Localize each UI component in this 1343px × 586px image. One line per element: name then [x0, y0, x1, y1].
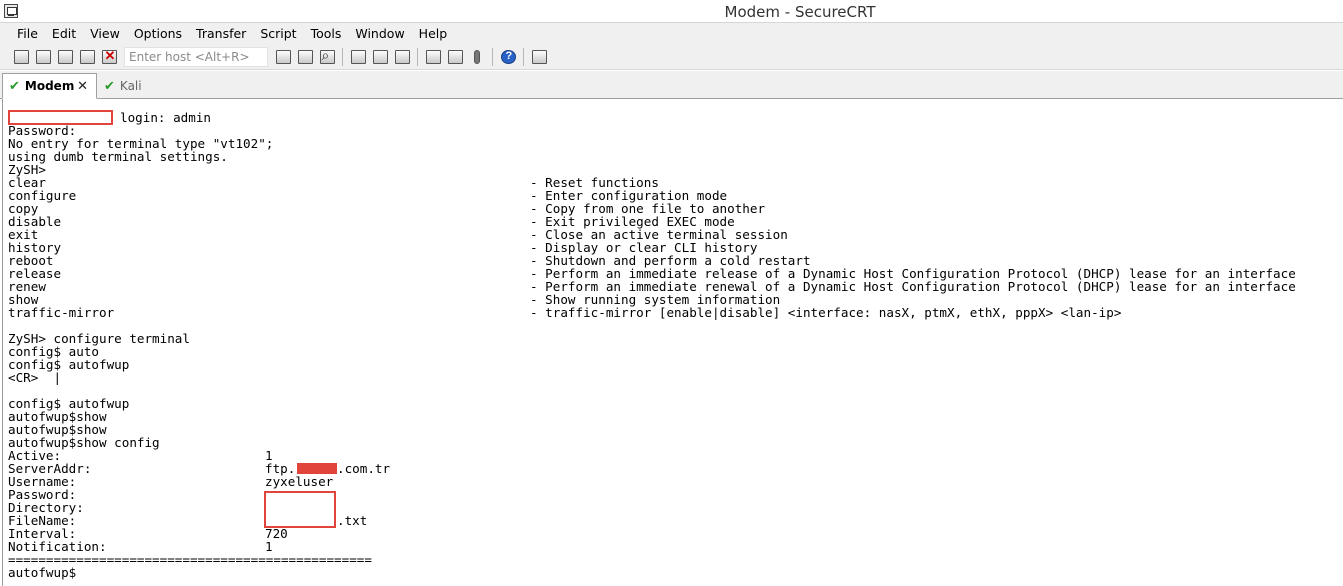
- menu-bar: File Edit View Options Transfer Script T…: [0, 23, 1343, 44]
- quick-connect-button[interactable]: [32, 47, 54, 67]
- paste-icon: [297, 49, 313, 64]
- redacted-server-domain: [297, 463, 337, 474]
- host-input[interactable]: [124, 46, 268, 67]
- connect-button[interactable]: [10, 47, 32, 67]
- redacted-credentials: [264, 491, 336, 528]
- connected-check-icon: ✔: [9, 78, 20, 94]
- sftp-icon: [531, 49, 547, 64]
- session-options-button[interactable]: [422, 47, 444, 67]
- disconnect-icon: [101, 48, 117, 64]
- print-screen-icon: [350, 49, 366, 64]
- global-options-button[interactable]: [444, 47, 466, 67]
- menu-help[interactable]: Help: [412, 26, 455, 41]
- print-selection-button[interactable]: [369, 47, 391, 67]
- printer-icon: [394, 49, 410, 64]
- connected-check-icon: ✔: [104, 78, 115, 94]
- help-icon: [500, 49, 516, 64]
- command-desc: - traffic-mirror [enable|disable] <inter…: [530, 305, 1122, 320]
- toolbar-separator: [342, 47, 343, 66]
- menu-window[interactable]: Window: [348, 26, 411, 41]
- print-button[interactable]: [391, 47, 413, 67]
- tab-modem[interactable]: ✔ Modem ✕: [2, 73, 97, 99]
- connect-tab-icon: [57, 49, 73, 64]
- menu-tools[interactable]: Tools: [304, 26, 349, 41]
- window-title: Modem - SecureCRT: [724, 3, 876, 21]
- terminal-line: <CR> |: [8, 370, 62, 385]
- command-name: traffic-mirror: [8, 305, 115, 320]
- print-screen-button[interactable]: [347, 47, 369, 67]
- login-line: login: admin: [120, 110, 211, 125]
- menu-options[interactable]: Options: [127, 26, 189, 41]
- tab-label: Kali: [119, 79, 142, 93]
- disconnect-button[interactable]: [98, 47, 120, 67]
- binoculars-icon: [319, 47, 335, 64]
- config-value-suffix: .com.tr: [337, 461, 391, 476]
- print-selection-icon: [372, 49, 388, 64]
- paste-button[interactable]: [294, 47, 316, 67]
- quick-connect-icon: [35, 49, 51, 64]
- session-tab-bar: ✔ Modem ✕ ✔ Kali: [0, 71, 1343, 99]
- title-bar: Modem - SecureCRT: [0, 0, 1343, 23]
- connect-icon: [13, 49, 29, 64]
- toolbar-separator: [523, 47, 524, 66]
- copy-icon: [275, 49, 291, 64]
- copy-button[interactable]: [272, 47, 294, 67]
- toolbar-separator: [417, 47, 418, 66]
- session-options-icon: [425, 49, 441, 64]
- reconnect-icon: [79, 49, 95, 64]
- help-button[interactable]: [497, 47, 519, 67]
- tools-icon: [447, 49, 463, 64]
- reconnect-button[interactable]: [76, 47, 98, 67]
- menu-file[interactable]: File: [10, 26, 45, 41]
- close-icon[interactable]: ✕: [77, 79, 88, 94]
- key-icon: [474, 49, 480, 64]
- menu-edit[interactable]: Edit: [45, 26, 83, 41]
- config-value: zyxeluser: [265, 474, 334, 489]
- toolbar-separator: [492, 47, 493, 66]
- shell-prompt: autofwup$: [8, 565, 77, 580]
- menu-view[interactable]: View: [83, 26, 127, 41]
- connect-tab-button[interactable]: [54, 47, 76, 67]
- tab-label: Modem: [24, 79, 75, 93]
- toolbar: [0, 44, 1343, 70]
- menu-script[interactable]: Script: [253, 26, 303, 41]
- menu-transfer[interactable]: Transfer: [189, 26, 253, 41]
- tab-kali[interactable]: ✔ Kali: [98, 73, 150, 99]
- config-value-suffix: .txt: [337, 513, 368, 528]
- find-button[interactable]: [316, 47, 338, 67]
- keymap-button[interactable]: [466, 47, 488, 67]
- terminal-view[interactable]: login: admin Password: No entry for term…: [2, 99, 1343, 586]
- sftp-button[interactable]: [528, 47, 550, 67]
